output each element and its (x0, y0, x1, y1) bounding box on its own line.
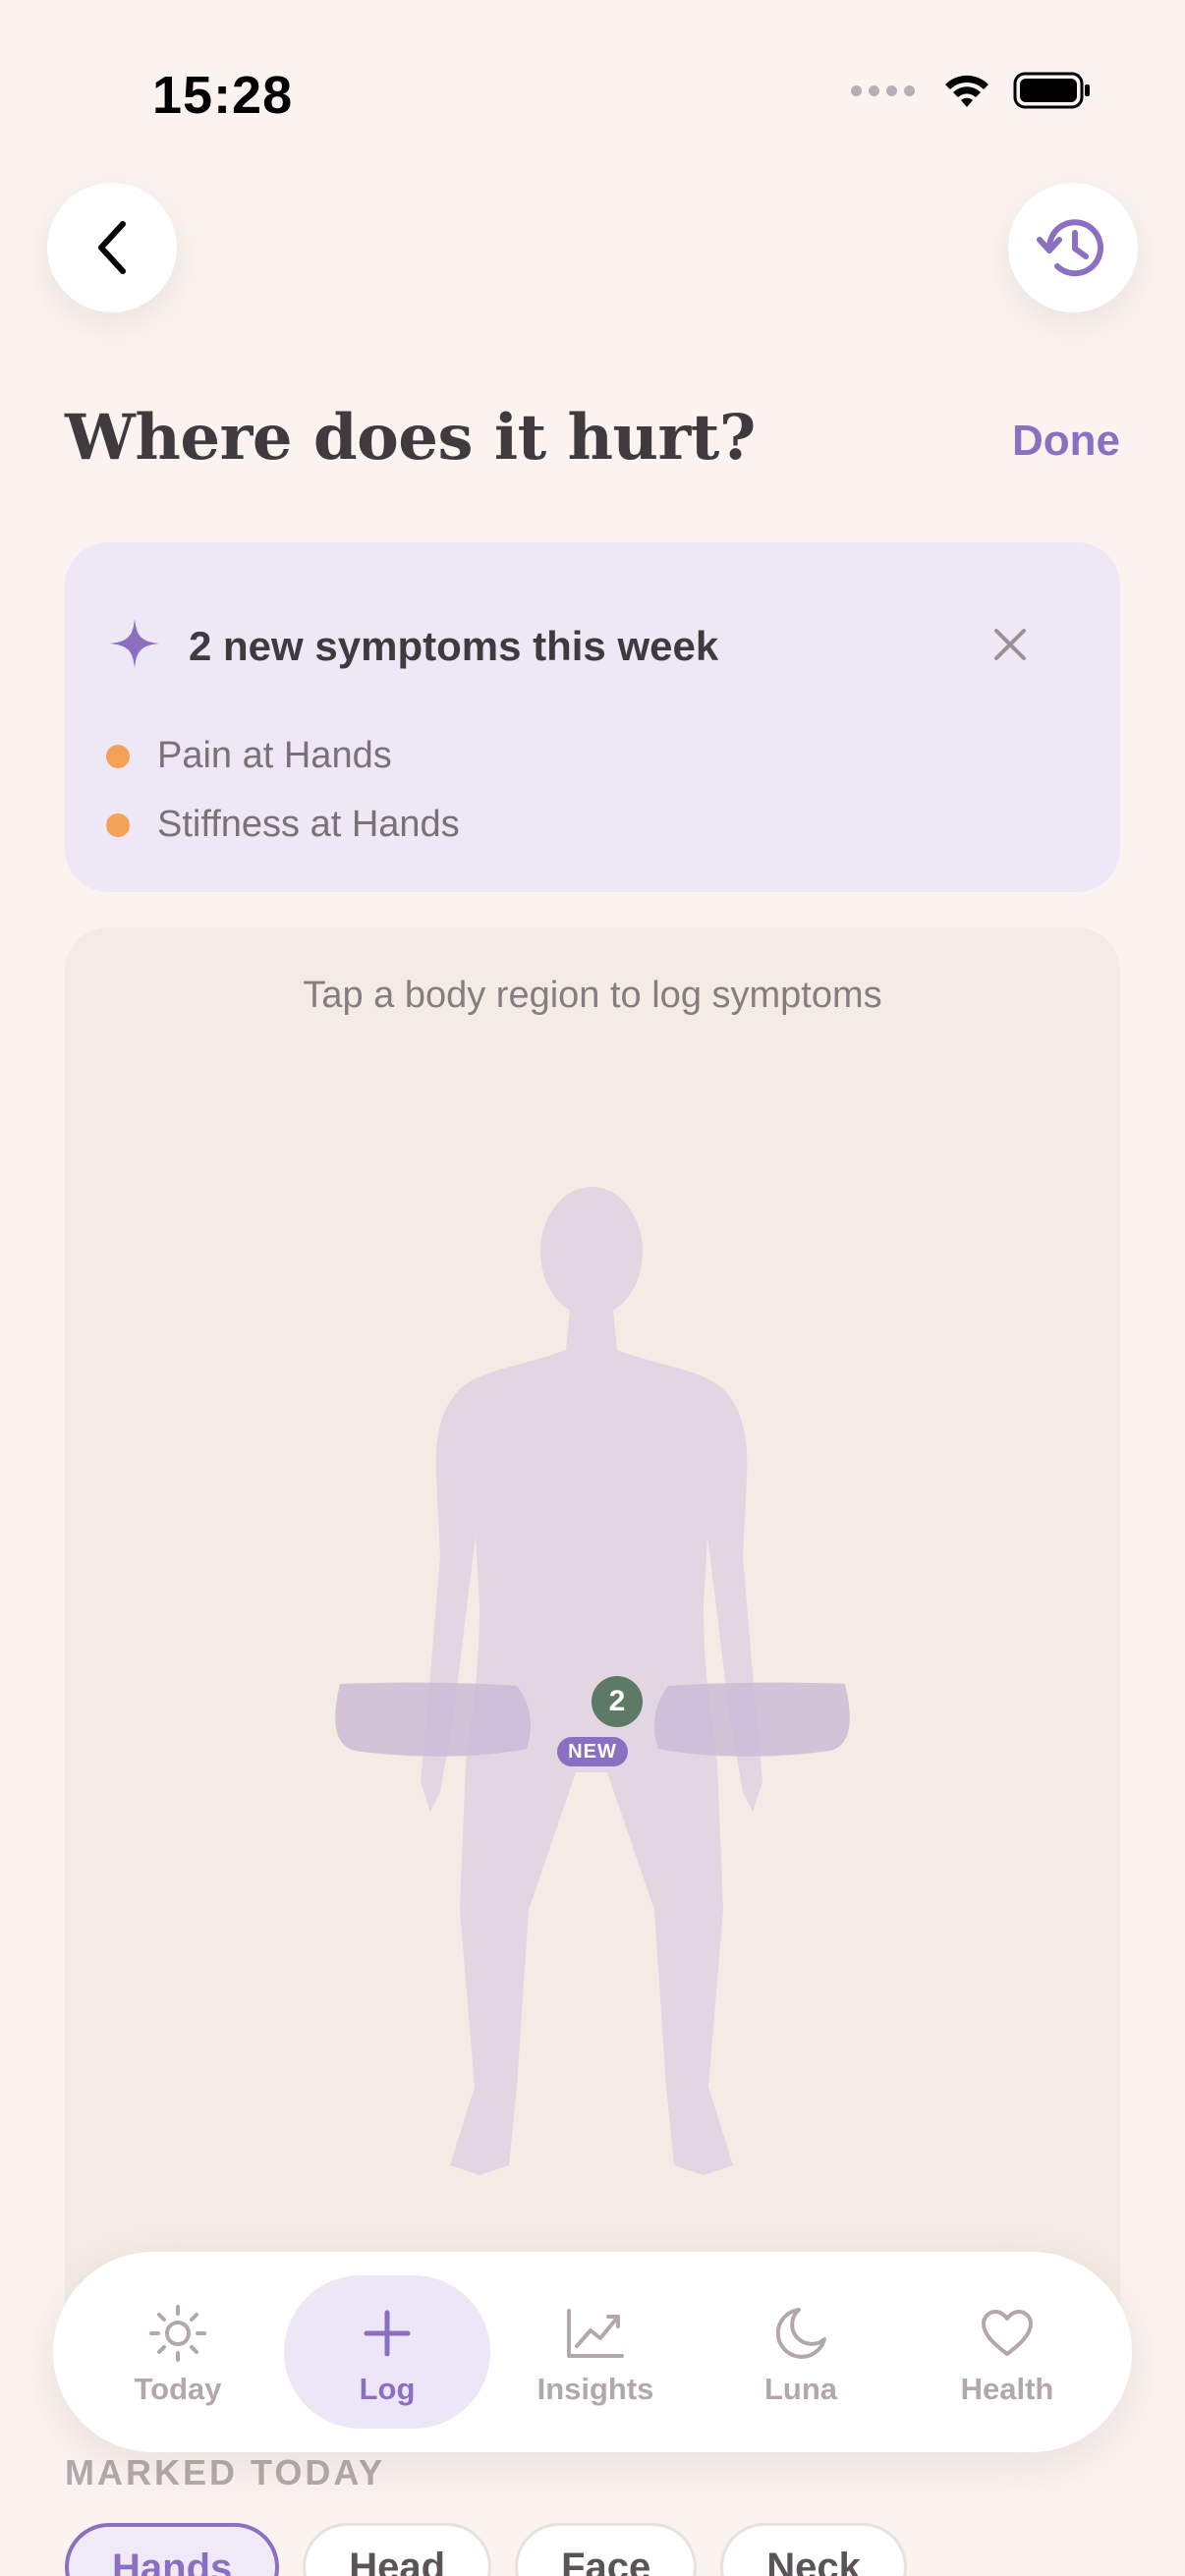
body-silhouette[interactable] (65, 927, 1120, 2303)
page-title: Where does it hurt? (65, 401, 756, 475)
tab-log[interactable]: Log (284, 2252, 490, 2452)
chip-hands[interactable]: Hands (65, 2523, 280, 2576)
symptom-item: Stiffness at Hands (106, 804, 460, 846)
back-button[interactable] (47, 183, 177, 312)
sun-icon (149, 2305, 206, 2362)
tab-insights[interactable]: Insights (492, 2252, 699, 2452)
new-symptoms-card: 2 new symptoms this week Pain at Hands S… (65, 542, 1120, 892)
tab-label: Luna (763, 2372, 838, 2406)
chart-icon (567, 2309, 624, 2358)
tab-today[interactable]: Today (75, 2252, 281, 2452)
hands-count-badge[interactable]: 2 (592, 1676, 643, 1727)
status-icons (851, 71, 1092, 110)
tab-label: Health (960, 2372, 1054, 2406)
status-bar: 15:28 (0, 0, 1185, 177)
chip-face[interactable]: Face (515, 2523, 698, 2576)
history-icon (1037, 219, 1103, 277)
symptom-dot (106, 812, 130, 837)
symptom-label: Stiffness at Hands (157, 804, 460, 845)
close-icon[interactable] (992, 627, 1028, 662)
marked-today-label: MARKED TODAY (65, 2452, 386, 2492)
marked-today-chips: Hands Head Face Neck (65, 2523, 907, 2576)
battery-icon (1013, 72, 1090, 109)
symptom-label: Pain at Hands (157, 735, 392, 776)
heart-icon (982, 2310, 1033, 2356)
plus-icon (364, 2310, 411, 2357)
right-hand-region (653, 1682, 850, 1757)
status-time: 15:28 (152, 66, 294, 125)
moon-icon (775, 2308, 826, 2359)
new-badge: NEW (557, 1737, 628, 1766)
chevron-left-icon (98, 221, 126, 274)
tab-label: Today (134, 2372, 222, 2406)
card-title: 2 new symptoms this week (189, 623, 719, 669)
tab-health[interactable]: Health (904, 2252, 1110, 2452)
wifi-icon (945, 75, 988, 107)
sparkle-icon (110, 619, 159, 668)
chip-neck[interactable]: Neck (720, 2523, 907, 2576)
head-region (540, 1187, 643, 1316)
tab-label: Insights (536, 2372, 654, 2406)
left-hand-region (335, 1682, 532, 1757)
symptom-dot (106, 744, 130, 768)
done-button[interactable]: Done (1012, 417, 1120, 466)
tab-bar: Today Log Insights Luna Health (53, 2252, 1132, 2452)
history-button[interactable] (1008, 183, 1138, 312)
body-map: Tap a body region to log symptoms 2 NEW (65, 927, 1120, 2401)
symptom-item: Pain at Hands (106, 735, 392, 777)
tab-luna[interactable]: Luna (698, 2252, 904, 2452)
chip-head[interactable]: Head (303, 2523, 492, 2576)
tab-label: Log (359, 2372, 416, 2406)
cellular-signal-icon (851, 84, 915, 96)
